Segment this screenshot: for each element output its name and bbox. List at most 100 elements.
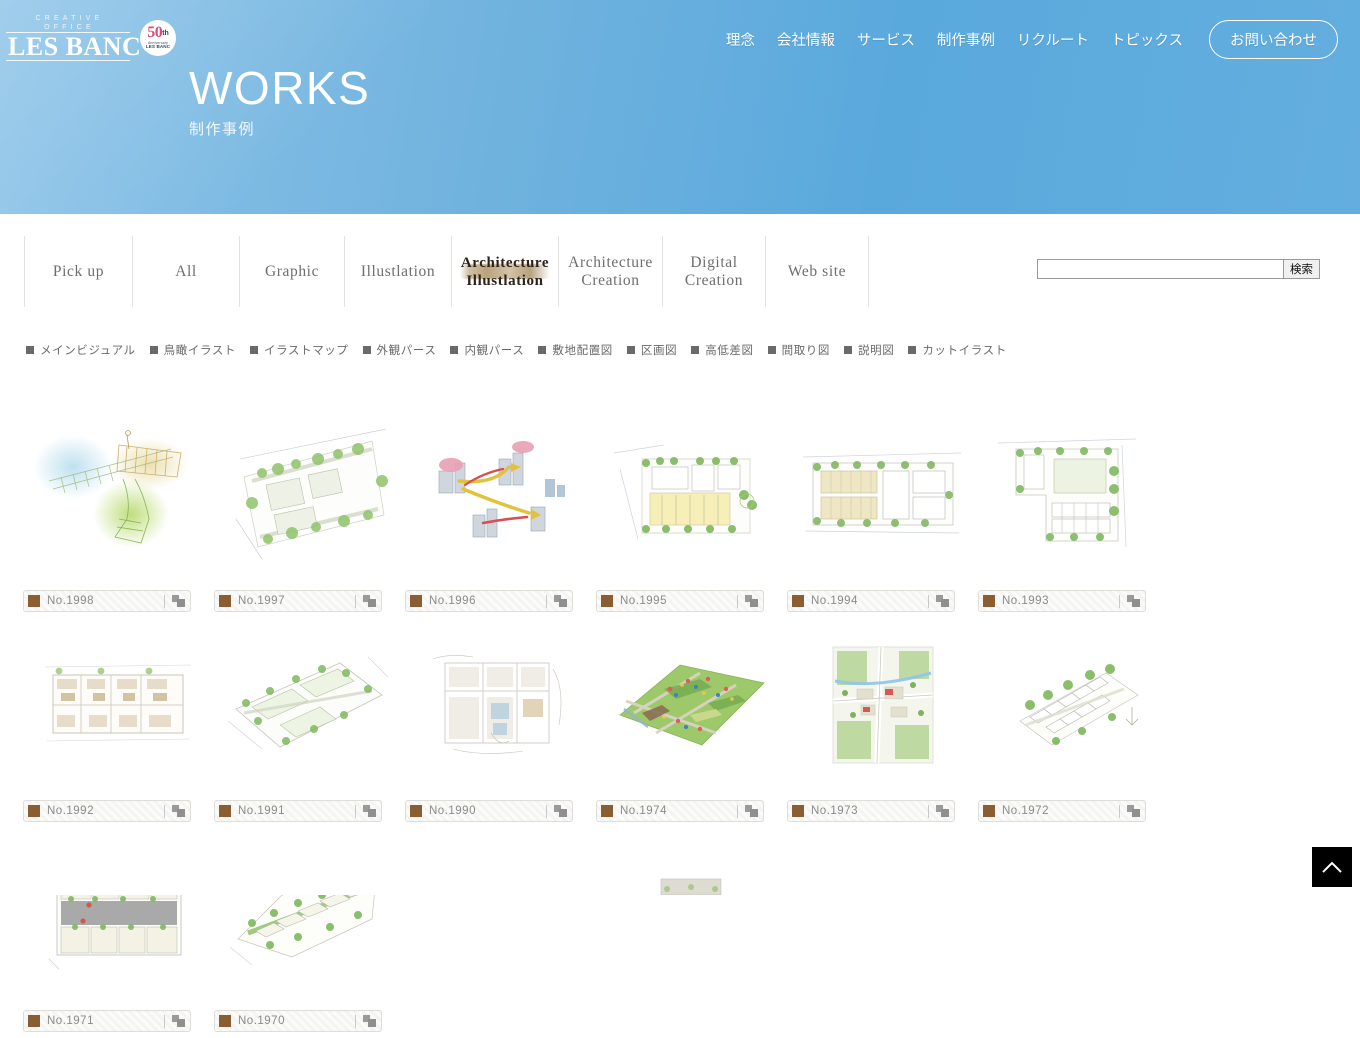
tab-architecture-creation[interactable]: Architecture Creation bbox=[558, 236, 662, 307]
tab-architecture-illustlation[interactable]: Architecture Illustlation bbox=[451, 236, 558, 307]
filter-main-visual[interactable]: メインビジュアル bbox=[26, 342, 136, 358]
work-card[interactable]: No.1993 bbox=[978, 408, 1168, 612]
stack-squares-icon[interactable] bbox=[363, 1015, 377, 1027]
stack-squares-icon[interactable] bbox=[554, 595, 568, 607]
filter-illust-map[interactable]: イラストマップ bbox=[250, 342, 348, 358]
work-card[interactable]: No.1974 bbox=[596, 618, 786, 822]
work-thumbnail[interactable] bbox=[405, 862, 595, 895]
stack-squares-icon[interactable] bbox=[936, 595, 950, 607]
work-card[interactable]: No.1996 bbox=[405, 408, 595, 612]
filter-interior-perspective[interactable]: 内観パース bbox=[450, 342, 524, 358]
work-card[interactable] bbox=[23, 862, 213, 895]
work-thumbnail[interactable] bbox=[23, 828, 213, 1000]
work-thumbnail[interactable] bbox=[214, 408, 404, 580]
work-thumbnail[interactable] bbox=[405, 408, 595, 580]
work-card[interactable]: No.1971 bbox=[23, 828, 213, 1032]
work-card[interactable]: No.1970 bbox=[214, 828, 404, 1032]
back-to-top-button[interactable] bbox=[1312, 847, 1352, 887]
filter-explanatory[interactable]: 説明図 bbox=[844, 342, 894, 358]
work-thumbnail[interactable] bbox=[787, 862, 977, 895]
work-card[interactable]: No.1997 bbox=[214, 408, 404, 612]
stack-squares-icon[interactable] bbox=[363, 595, 377, 607]
work-label[interactable]: No.1991 bbox=[214, 800, 382, 822]
work-thumbnail[interactable] bbox=[787, 618, 977, 790]
work-label[interactable]: No.1997 bbox=[214, 590, 382, 612]
filter-label: 外観パース bbox=[377, 342, 437, 358]
stack-squares-icon[interactable] bbox=[1127, 595, 1141, 607]
work-thumbnail[interactable] bbox=[596, 862, 786, 895]
search-input[interactable] bbox=[1037, 259, 1283, 279]
work-thumbnail[interactable] bbox=[214, 618, 404, 790]
work-thumbnail[interactable] bbox=[214, 828, 404, 1000]
contact-button[interactable]: お問い合わせ bbox=[1209, 20, 1338, 59]
tab-graphic[interactable]: Graphic bbox=[239, 236, 344, 307]
work-label[interactable]: No.1996 bbox=[405, 590, 573, 612]
work-card[interactable]: No.1998 bbox=[23, 408, 213, 612]
work-label[interactable]: No.1973 bbox=[787, 800, 955, 822]
work-thumbnail[interactable] bbox=[596, 618, 786, 790]
nav-item-topics[interactable]: トピックス bbox=[1111, 29, 1183, 50]
work-thumbnail[interactable] bbox=[978, 408, 1168, 580]
work-card[interactable] bbox=[596, 862, 786, 895]
nav-item-service[interactable]: サービス bbox=[857, 29, 915, 50]
work-thumbnail[interactable] bbox=[787, 408, 977, 580]
nav-item-rinen[interactable]: 理念 bbox=[726, 29, 755, 50]
work-card[interactable]: No.1973 bbox=[787, 618, 977, 822]
work-card[interactable] bbox=[978, 862, 1168, 895]
stack-squares-icon[interactable] bbox=[745, 805, 759, 817]
stack-squares-icon[interactable] bbox=[363, 805, 377, 817]
filter-site-layout[interactable]: 敷地配置図 bbox=[538, 342, 613, 358]
tab-all[interactable]: All bbox=[132, 236, 239, 307]
work-thumbnail[interactable] bbox=[405, 618, 595, 790]
tab-web-site[interactable]: Web site bbox=[765, 236, 869, 307]
work-card[interactable]: No.1991 bbox=[214, 618, 404, 822]
work-thumbnail[interactable] bbox=[23, 408, 213, 580]
work-label[interactable]: No.1998 bbox=[23, 590, 191, 612]
work-thumbnail[interactable] bbox=[596, 408, 786, 580]
work-card[interactable]: No.1992 bbox=[23, 618, 213, 822]
work-card[interactable] bbox=[787, 862, 977, 895]
stack-squares-icon[interactable] bbox=[745, 595, 759, 607]
filter-exterior-perspective[interactable]: 外観パース bbox=[363, 342, 437, 358]
work-card[interactable] bbox=[214, 862, 404, 895]
tab-illustlation[interactable]: Illustlation bbox=[344, 236, 451, 307]
work-label[interactable]: No.1990 bbox=[405, 800, 573, 822]
work-card[interactable]: No.1994 bbox=[787, 408, 977, 612]
work-label[interactable]: No.1972 bbox=[978, 800, 1146, 822]
work-thumbnail[interactable] bbox=[23, 862, 213, 895]
stack-squares-icon[interactable] bbox=[936, 805, 950, 817]
stack-squares-icon[interactable] bbox=[172, 1015, 186, 1027]
tab-pick-up[interactable]: Pick up bbox=[24, 236, 132, 307]
work-label[interactable]: No.1995 bbox=[596, 590, 764, 612]
work-label[interactable]: No.1974 bbox=[596, 800, 764, 822]
nav-item-works[interactable]: 制作事例 bbox=[937, 29, 995, 50]
filter-block-plan[interactable]: 区画図 bbox=[627, 342, 677, 358]
work-label[interactable]: No.1992 bbox=[23, 800, 191, 822]
stack-squares-icon[interactable] bbox=[172, 595, 186, 607]
work-card[interactable]: No.1972 bbox=[978, 618, 1168, 822]
work-card[interactable] bbox=[405, 862, 595, 895]
work-card[interactable]: No.1995 bbox=[596, 408, 786, 612]
work-thumbnail[interactable] bbox=[214, 862, 404, 895]
work-card[interactable]: No.1990 bbox=[405, 618, 595, 822]
filter-aerial-illust[interactable]: 鳥瞰イラスト bbox=[150, 342, 236, 358]
tab-digital-creation[interactable]: Digital Creation bbox=[662, 236, 765, 307]
filter-cut-illust[interactable]: カットイラスト bbox=[908, 342, 1006, 358]
nav-item-recruit[interactable]: リクルート bbox=[1017, 29, 1089, 50]
work-label[interactable]: No.1994 bbox=[787, 590, 955, 612]
nav-item-company[interactable]: 会社情報 bbox=[777, 29, 835, 50]
work-label[interactable]: No.1971 bbox=[23, 1010, 191, 1032]
main-navigation: 理念 会社情報 サービス 制作事例 リクルート トピックス お問い合わせ bbox=[726, 20, 1338, 59]
work-thumbnail[interactable] bbox=[23, 618, 213, 790]
work-label[interactable]: No.1970 bbox=[214, 1010, 382, 1032]
work-thumbnail[interactable] bbox=[978, 862, 1168, 895]
work-thumbnail[interactable] bbox=[978, 618, 1168, 790]
stack-squares-icon[interactable] bbox=[172, 805, 186, 817]
stack-squares-icon[interactable] bbox=[554, 805, 568, 817]
filter-elevation-diff[interactable]: 高低差図 bbox=[691, 342, 753, 358]
search-button[interactable]: 検索 bbox=[1283, 259, 1320, 279]
site-logo[interactable]: CREATIVE OFFICE LES BANC 50 th Anniversa… bbox=[6, 14, 176, 61]
filter-floor-plan[interactable]: 間取り図 bbox=[768, 342, 830, 358]
work-label[interactable]: No.1993 bbox=[978, 590, 1146, 612]
stack-squares-icon[interactable] bbox=[1127, 805, 1141, 817]
